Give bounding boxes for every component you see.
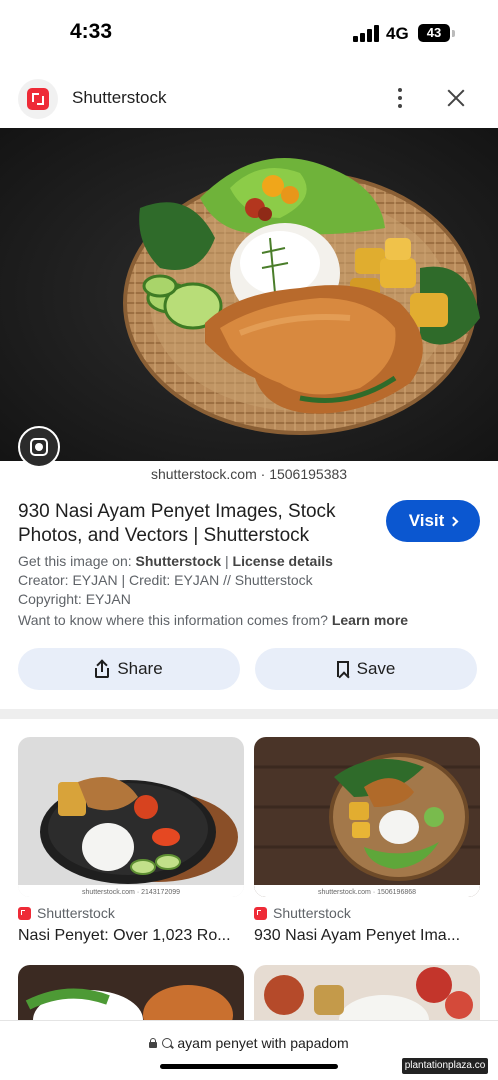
related-title[interactable]: 930 Nasi Ayam Penyet Ima... (254, 927, 480, 945)
visit-button[interactable]: Visit (386, 500, 480, 542)
copyright-line: Copyright: EYJAN (18, 591, 131, 607)
battery-icon: 43 (418, 24, 450, 42)
shutterstock-logo-icon (18, 906, 31, 920)
signal-icon (353, 25, 379, 42)
source-header: Shutterstock (0, 70, 498, 126)
share-button[interactable]: Share (18, 648, 240, 690)
shutterstock-logo-icon (18, 79, 58, 119)
share-icon (95, 660, 110, 678)
creator-line: Creator: EYJAN | Credit: EYJAN // Shutte… (18, 572, 313, 588)
section-divider (0, 709, 498, 719)
related-image-peek[interactable] (254, 965, 480, 1025)
save-label: Save (356, 659, 396, 678)
info-question: Want to know where this information come… (18, 612, 328, 628)
battery-cap (452, 30, 455, 37)
license-details-link[interactable]: License details (233, 553, 333, 569)
related-image[interactable]: shutterstock.com · 1506196868 (254, 737, 480, 897)
result-title[interactable]: 930 Nasi Ayam Penyet Images, Stock Photo… (18, 500, 368, 548)
bookmark-icon (336, 661, 349, 677)
learn-more-link[interactable]: Learn more (332, 612, 408, 628)
source-name[interactable]: Shutterstock (72, 88, 167, 108)
chevron-right-icon (448, 516, 459, 526)
related-image-peek[interactable] (18, 965, 244, 1025)
related-source: Shutterstock (254, 905, 351, 921)
info-source-line: Want to know where this information come… (18, 612, 408, 628)
related-image[interactable]: shutterstock.com · 2143172099 (18, 737, 244, 897)
get-image-prefix: Get this image on: (18, 553, 132, 569)
address-text[interactable]: ayam penyet with papadom (0, 1035, 498, 1051)
shutterstock-logo-icon (254, 906, 267, 920)
home-indicator[interactable] (160, 1064, 338, 1069)
status-bar: 4:33 4G 43 (0, 0, 498, 66)
related-source: Shutterstock (18, 905, 115, 921)
network-label: 4G (386, 24, 409, 43)
share-label: Share (117, 659, 163, 678)
related-photo-3 (18, 965, 244, 1025)
visit-label: Visit (408, 511, 445, 530)
related-photo-1: shutterstock.com · 2143172099 (18, 737, 244, 897)
image-watermark: shutterstock.com · 1506195383 (150, 466, 348, 482)
get-image-line: Get this image on: Shutterstock | Licens… (18, 552, 333, 571)
details-separator: | (224, 553, 229, 569)
related-source-label: Shutterstock (37, 905, 115, 921)
save-button[interactable]: Save (255, 648, 477, 690)
close-icon[interactable] (442, 84, 470, 112)
site-watermark: plantationplaza.co (402, 1058, 488, 1074)
image-details: Get this image on: Shutterstock | Licens… (18, 552, 333, 609)
lens-icon[interactable] (18, 426, 60, 468)
related-caption-1: shutterstock.com · 2143172099 (82, 889, 180, 896)
more-vert-icon[interactable] (390, 84, 410, 112)
related-photo-2: shutterstock.com · 1506196868 (254, 737, 480, 897)
related-title[interactable]: Nasi Penyet: Over 1,023 Ro... (18, 927, 244, 945)
food-photo (0, 128, 498, 461)
search-icon (162, 1038, 173, 1048)
status-time: 4:33 (70, 20, 113, 43)
lock-icon (149, 1038, 158, 1048)
related-photo-4 (254, 965, 480, 1025)
related-source-label: Shutterstock (273, 905, 351, 921)
search-query: ayam penyet with papadom (177, 1035, 349, 1051)
related-card[interactable]: shutterstock.com · 1506196868 Shuttersto… (254, 737, 480, 944)
related-card[interactable]: shutterstock.com · 2143172099 Shuttersto… (18, 737, 244, 944)
related-caption-2: shutterstock.com · 1506196868 (318, 889, 416, 896)
get-image-source-link[interactable]: Shutterstock (136, 553, 222, 569)
main-image[interactable] (0, 128, 498, 461)
